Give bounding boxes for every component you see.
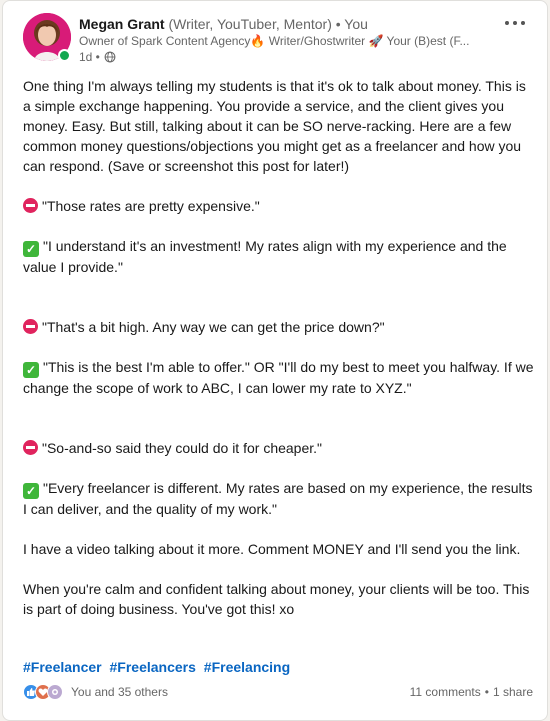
answer-2-text: "This is the best I'm able to offer." OR… — [23, 359, 534, 396]
shares-count[interactable]: 1 share — [493, 685, 533, 699]
hashtag-freelancers[interactable]: #Freelancers — [110, 659, 196, 675]
author-relation: • You — [335, 16, 368, 32]
objection-3-text: "So-and-so said they could do it for che… — [42, 440, 322, 456]
post-header: Megan Grant (Writer, YouTuber, Mentor) •… — [79, 15, 499, 65]
author-headline: Owner of Spark Content Agency🔥 Writer/Gh… — [79, 34, 470, 48]
no-entry-icon — [23, 440, 38, 455]
comments-count[interactable]: 11 comments — [410, 685, 481, 699]
online-status-indicator — [58, 49, 71, 62]
more-options-button[interactable] — [501, 13, 529, 33]
check-mark-icon: ✓ — [23, 362, 39, 378]
closing-text: When you're calm and confident talking a… — [23, 581, 530, 617]
answer-1-text: "I understand it's an investment! My rat… — [23, 238, 507, 275]
reactions-count: You and 35 others — [71, 685, 168, 699]
no-entry-icon — [23, 198, 38, 213]
post-age: 1d • — [79, 50, 100, 64]
post-card: Megan Grant (Writer, YouTuber, Mentor) •… — [2, 0, 548, 721]
post-intro: One thing I'm always telling my students… — [23, 78, 526, 174]
reaction-icons — [23, 684, 63, 700]
no-entry-icon — [23, 319, 38, 334]
more-options-icon — [505, 21, 525, 25]
hashtag-freelancer[interactable]: #Freelancer — [23, 659, 102, 675]
hashtag-freelancing[interactable]: #Freelancing — [204, 659, 290, 675]
video-note: I have a video talking about it more. Co… — [23, 541, 521, 557]
reactions-summary[interactable]: You and 35 others — [23, 684, 168, 700]
engagement-counts: 11 comments • 1 share — [410, 685, 533, 699]
globe-icon — [104, 51, 116, 63]
hashtags: #Freelancer #Freelancers #Freelancing — [23, 657, 294, 677]
author-line: Megan Grant (Writer, YouTuber, Mentor) •… — [79, 15, 499, 33]
objection-1-text: "Those rates are pretty expensive." — [42, 198, 260, 214]
counts-separator: • — [484, 685, 489, 699]
objection-1: "Those rates are pretty expensive." — [23, 196, 537, 216]
answer-2: ✓ "This is the best I'm able to offer." O… — [23, 357, 537, 398]
objection-2-text: "That's a bit high. Any way we can get t… — [42, 319, 385, 335]
post-time: 1d • — [79, 49, 499, 65]
check-mark-icon: ✓ — [23, 483, 39, 499]
support-reaction-icon — [47, 684, 63, 700]
answer-3: ✓ "Every freelancer is different. My rate… — [23, 478, 537, 519]
check-mark-icon: ✓ — [23, 241, 39, 257]
post-body: One thing I'm always telling my students… — [23, 76, 537, 639]
author-tags: (Writer, YouTuber, Mentor) — [168, 16, 332, 32]
objection-2: "That's a bit high. Any way we can get t… — [23, 317, 537, 337]
answer-1: ✓ "I understand it's an investment! My ra… — [23, 236, 537, 277]
objection-3: "So-and-so said they could do it for che… — [23, 438, 537, 458]
social-counts: You and 35 others 11 comments • 1 share — [23, 683, 533, 701]
answer-3-text: "Every freelancer is different. My rates… — [23, 480, 533, 517]
author-name[interactable]: Megan Grant — [79, 16, 165, 32]
